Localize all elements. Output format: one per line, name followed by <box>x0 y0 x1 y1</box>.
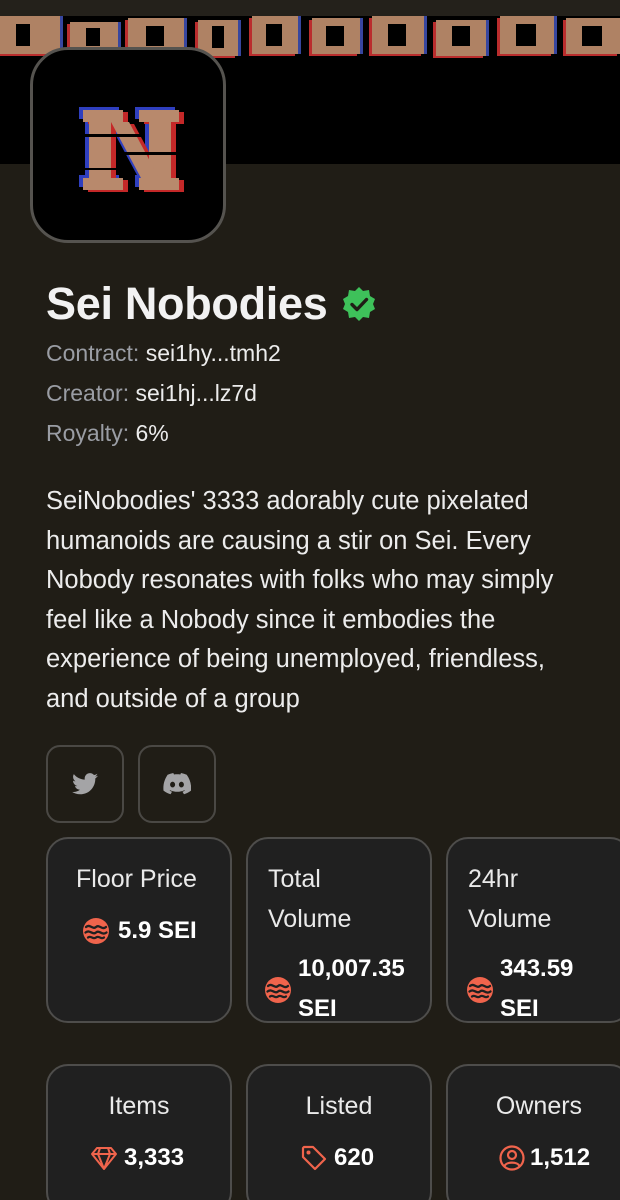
total-volume-unit: SEI <box>298 995 337 1022</box>
24hr-volume-label-2: Volume <box>468 905 552 933</box>
user-circle-icon <box>499 1145 525 1171</box>
diamond-icon <box>91 1147 117 1170</box>
floor-price-card: Floor Price 5.9 SEI <box>46 837 232 1023</box>
verified-badge-icon <box>343 287 376 321</box>
24hr-volume-card: 24hr Volume 343.59 SEI <box>446 837 620 1023</box>
collection-avatar <box>30 47 226 243</box>
title-row: Sei Nobodies <box>46 278 377 330</box>
owners-value-row: 1,512 <box>498 1138 590 1178</box>
contract-row: Contract: sei1hy...tmh2 <box>46 340 281 367</box>
listed-label: Listed <box>305 1092 373 1120</box>
items-label: Items <box>108 1092 170 1120</box>
owners-value: 1,512 <box>530 1144 591 1171</box>
owners-card: Owners 1,512 <box>446 1064 620 1200</box>
collection-description: SeiNobodies' 3333 adorably cute pixelate… <box>46 487 554 713</box>
total-volume-card: Total Volume 10,007.35 SEI <box>246 837 432 1023</box>
contract-label: Contract: <box>46 340 140 366</box>
listed-card: Listed 620 <box>246 1064 432 1200</box>
24hr-volume-label-1: 24hr <box>468 865 519 893</box>
items-value: 3,333 <box>124 1144 185 1171</box>
owners-label: Owners <box>495 1092 583 1120</box>
twitter-button[interactable] <box>46 745 124 823</box>
creator-label: Creator: <box>46 380 130 406</box>
contract-address[interactable]: sei1hy...tmh2 <box>146 340 281 366</box>
total-volume-label-2: Volume <box>268 905 352 933</box>
sei-icon <box>83 918 109 944</box>
sei-icon <box>467 977 493 1003</box>
creator-address[interactable]: sei1hj...lz7d <box>135 380 256 406</box>
avatar-glitch-letter <box>63 107 193 192</box>
collection-title: Sei Nobodies <box>46 278 328 329</box>
total-volume-label-1: Total <box>268 865 321 893</box>
items-card: Items 3,333 <box>46 1064 232 1200</box>
royalty-row: Royalty: 6% <box>46 420 169 447</box>
discord-icon <box>163 773 191 795</box>
top-strip <box>0 0 620 16</box>
floor-price-label: Floor Price <box>76 865 197 893</box>
total-volume-value: 10,007.35 <box>298 955 405 982</box>
floor-price-value: 5.9 SEI <box>118 917 197 944</box>
floor-price-value-row: 5.9 SEI <box>82 911 197 951</box>
sei-icon <box>265 977 291 1003</box>
royalty-value: 6% <box>135 420 169 446</box>
royalty-label: Royalty: <box>46 420 130 446</box>
listed-value-row: 620 <box>300 1138 374 1178</box>
discord-button[interactable] <box>138 745 216 823</box>
creator-row: Creator: sei1hj...lz7d <box>46 380 257 407</box>
items-value-row: 3,333 <box>90 1138 184 1178</box>
tag-icon <box>301 1145 327 1171</box>
24hr-volume-value: 343.59 <box>500 955 574 982</box>
listed-value: 620 <box>334 1144 375 1171</box>
twitter-icon <box>72 773 98 795</box>
24hr-volume-unit: SEI <box>500 995 539 1022</box>
